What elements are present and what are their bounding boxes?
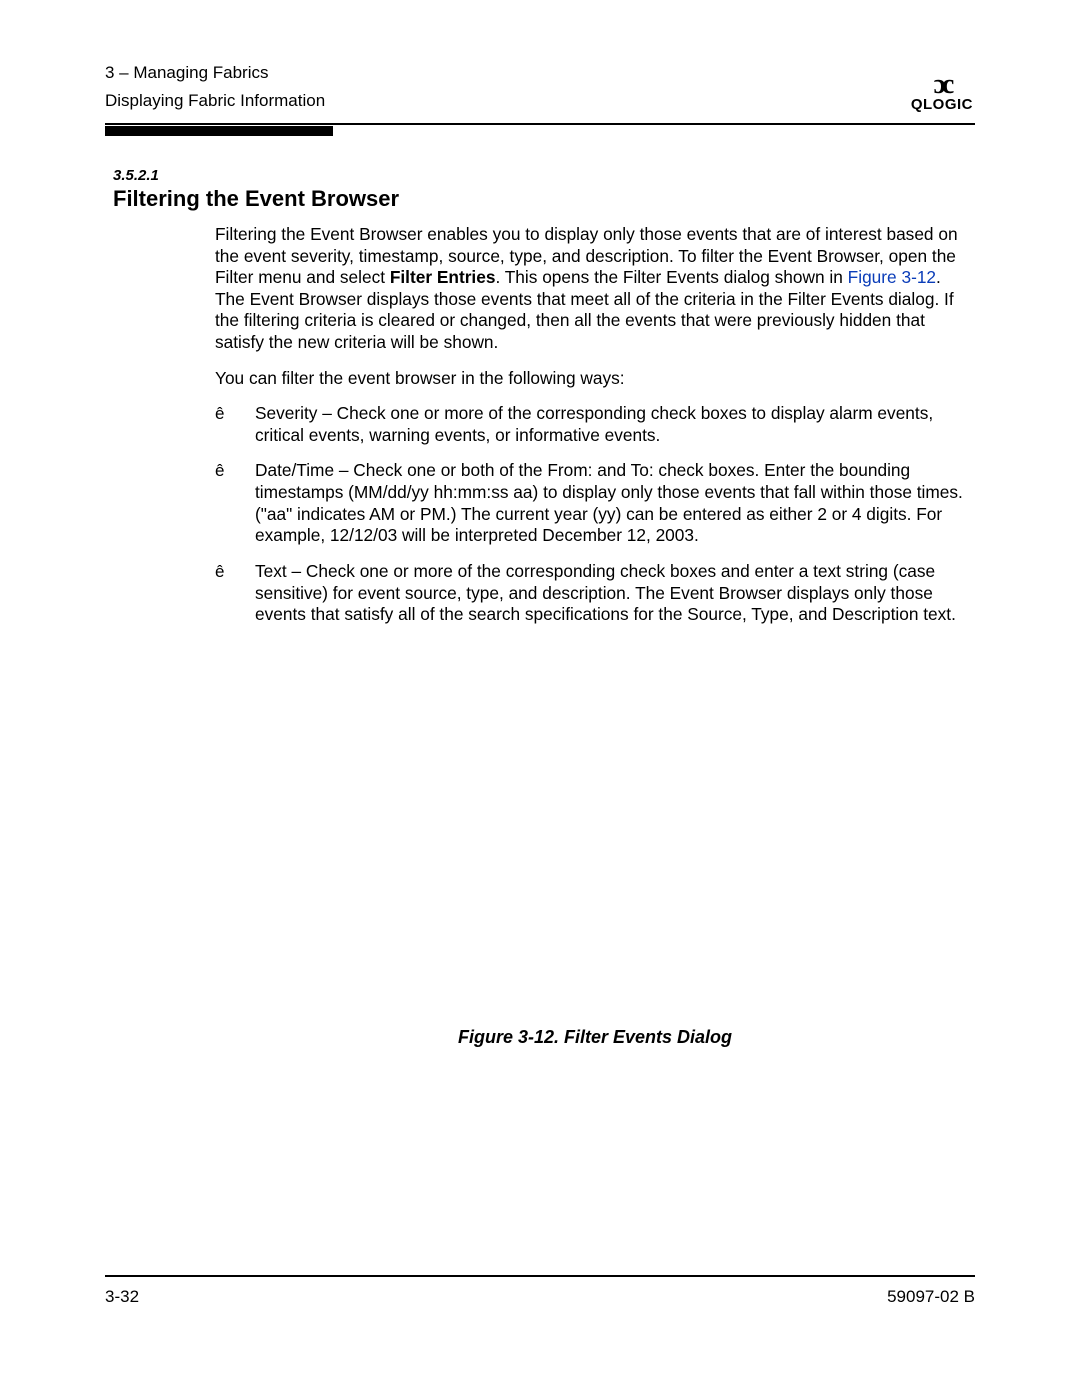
filter-entries-bold: Filter Entries [390,267,496,287]
page-number: 3-32 [105,1287,139,1307]
section-number: 3.5.2.1 [113,167,975,184]
para1-text-b: . This opens the Filter Events dialog sh… [495,267,847,287]
qlogic-logo-text: QLOGIC [911,96,973,113]
header-rule [105,123,975,135]
bullet-marker: ê [215,561,255,626]
list-item: ê Date/Time – Check one or both of the F… [215,460,975,546]
qlogic-logo-icon: ɔc [933,74,950,96]
bullet-marker: ê [215,460,255,546]
paragraph-1: Filtering the Event Browser enables you … [215,224,975,354]
bullet-text-severity: Severity – Check one or more of the corr… [255,403,975,446]
paragraph-2: You can filter the event browser in the … [215,368,975,390]
footer-row: 3-32 59097-02 B [105,1287,975,1307]
chapter-crumb: 3 – Managing Fabrics [105,60,325,86]
figure-3-12-link[interactable]: Figure 3-12 [848,267,936,287]
page: 3 – Managing Fabrics Displaying Fabric I… [0,0,1080,1397]
header-text-block: 3 – Managing Fabrics Displaying Fabric I… [105,60,325,113]
figure-caption: Figure 3-12. Filter Events Dialog [215,1026,975,1049]
header-rule-thin [105,123,975,125]
bullet-list: ê Severity – Check one or more of the co… [215,403,975,625]
page-footer: 3-32 59097-02 B [105,1275,975,1307]
section-crumb: Displaying Fabric Information [105,88,325,114]
bullet-marker: ê [215,403,255,446]
page-header: 3 – Managing Fabrics Displaying Fabric I… [105,60,975,113]
section-title: Filtering the Event Browser [113,186,975,212]
section-heading: 3.5.2.1 Filtering the Event Browser [113,167,975,212]
document-id: 59097-02 B [887,1287,975,1307]
bullet-text-text: Text – Check one or more of the correspo… [255,561,975,626]
footer-rule [105,1275,975,1277]
qlogic-logo: ɔc QLOGIC [911,74,975,113]
bullet-text-datetime: Date/Time – Check one or both of the Fro… [255,460,975,546]
header-rule-thick [105,126,333,136]
list-item: ê Text – Check one or more of the corres… [215,561,975,626]
body-content: Filtering the Event Browser enables you … [215,224,975,1048]
list-item: ê Severity – Check one or more of the co… [215,403,975,446]
